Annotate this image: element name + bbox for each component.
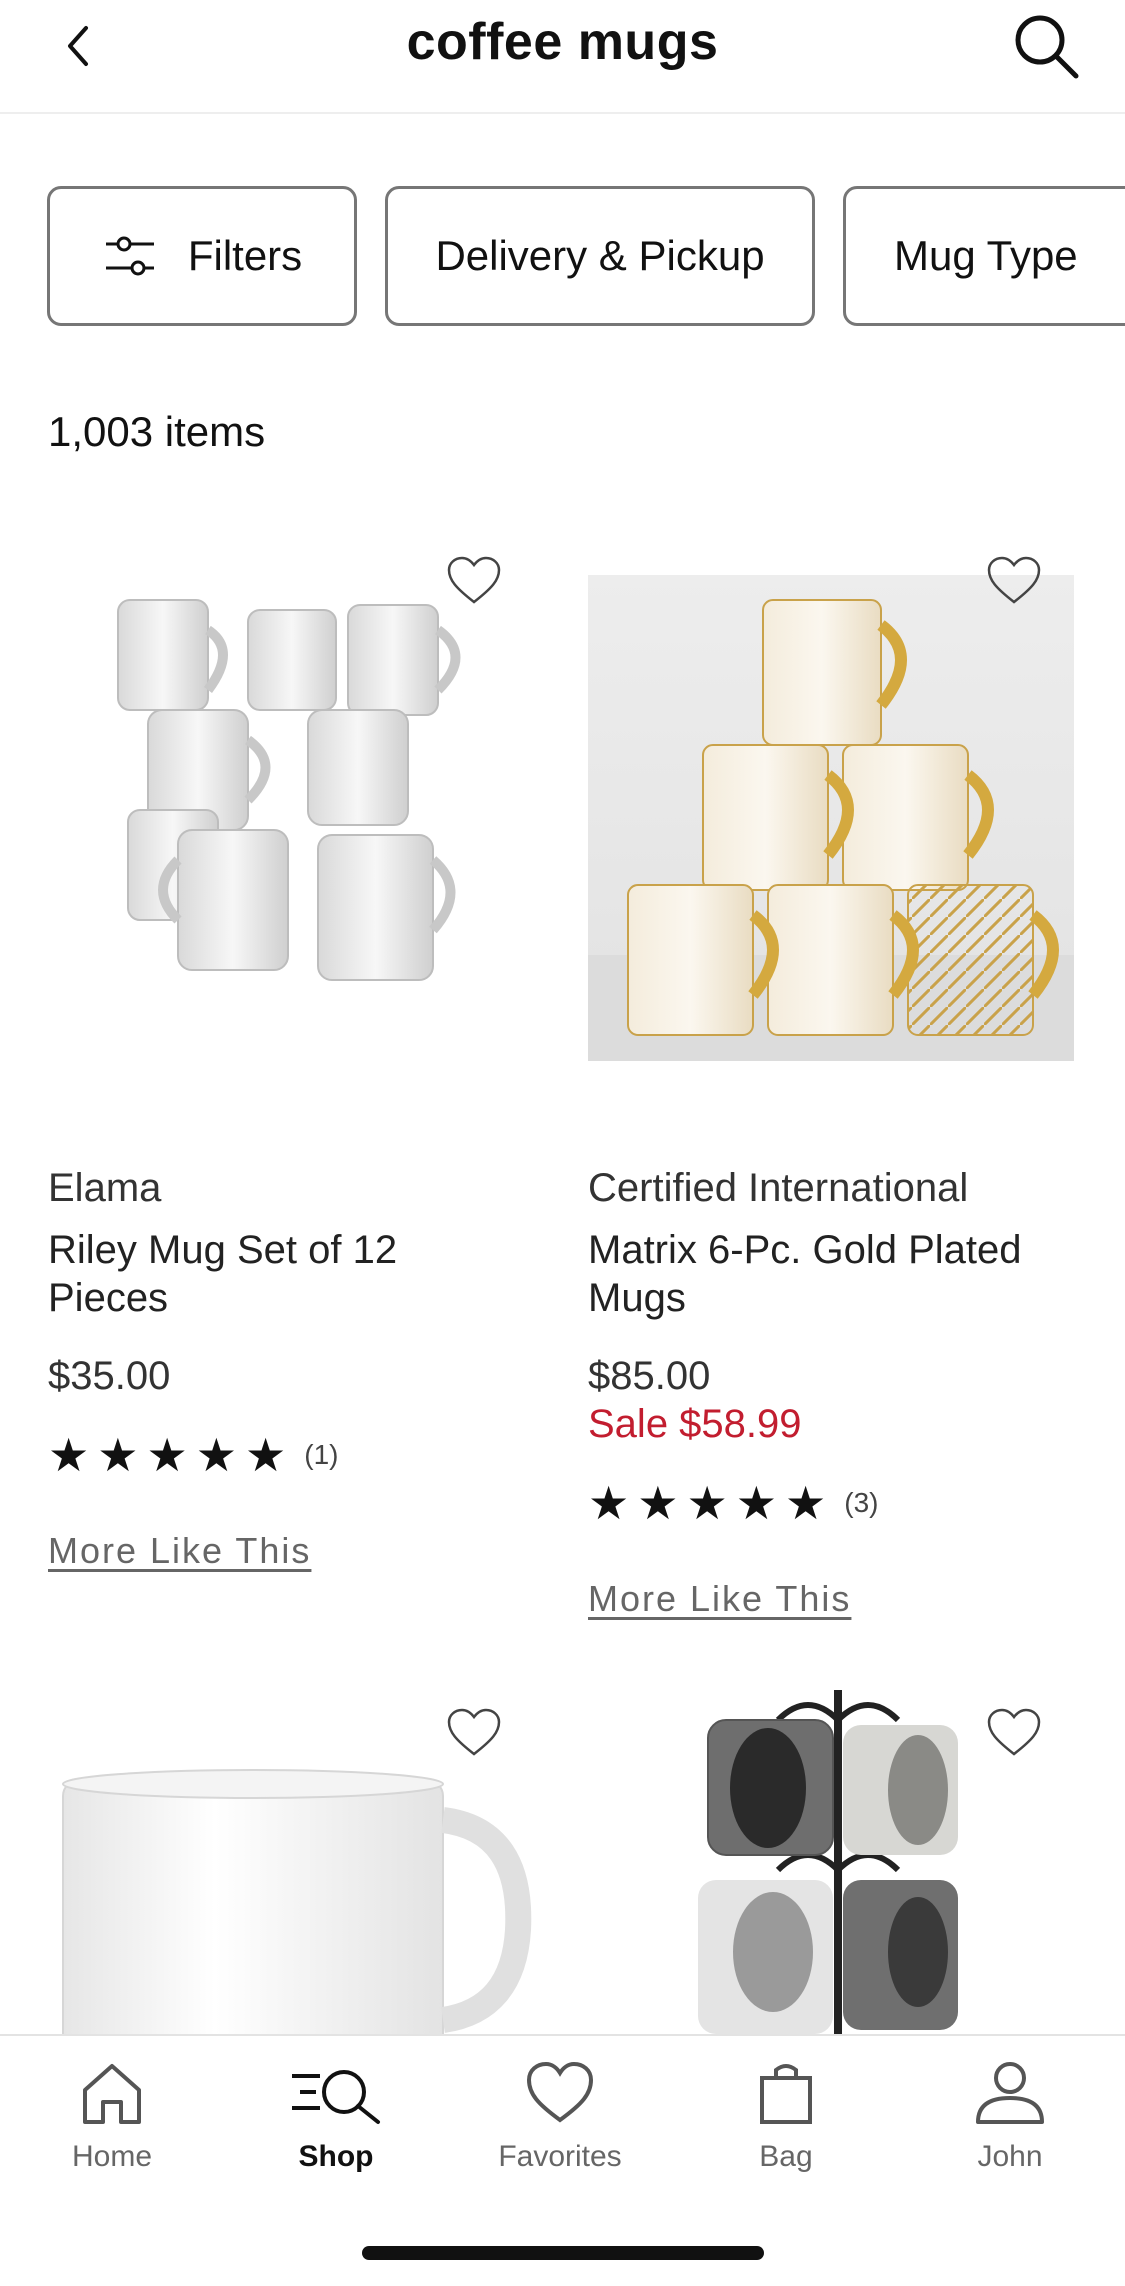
shop-search-icon (292, 2070, 380, 2124)
gold-mugs-illustration (588, 599, 1074, 1061)
product-name-link[interactable]: Riley Mug Set of 12 Pieces (48, 1226, 518, 1322)
favorite-heart-icon[interactable] (986, 1708, 1042, 1758)
top-bar: coffee mugs (0, 0, 1125, 114)
home-indicator (362, 2246, 764, 2260)
tab-shop[interactable]: Shop (236, 2060, 436, 2174)
product-sale-price: Sale $58.99 (588, 1402, 802, 1446)
product-price: $35.00 (48, 1354, 171, 1398)
page-title: coffee mugs (406, 13, 719, 71)
star-icon: ★ (785, 1477, 827, 1529)
delivery-pickup-label: Delivery & Pickup (435, 232, 765, 279)
heart-icon (526, 2061, 594, 2123)
star-icon: ★ (637, 1477, 679, 1529)
mug-type-chip[interactable]: Mug Type (843, 186, 1125, 326)
tab-bag[interactable]: Bag (686, 2060, 886, 2174)
favorite-heart-icon[interactable] (446, 1708, 502, 1758)
tab-label: Shop (298, 2140, 374, 2173)
tab-label: Home (71, 2140, 153, 2173)
filters-button[interactable]: Filters (47, 186, 357, 326)
bag-icon (760, 2064, 812, 2124)
product-image-elama[interactable] (48, 560, 534, 1046)
more-like-this-link[interactable]: More Like This (48, 1530, 311, 1572)
sliders-icon (105, 236, 154, 276)
product-brand: Elama (48, 1166, 162, 1210)
tab-label: John (977, 2140, 1043, 2173)
star-icon: ★ (48, 1429, 90, 1481)
more-like-this-link[interactable]: More Like This (588, 1578, 851, 1620)
product-original-price: $85.00 (588, 1354, 711, 1398)
person-icon (976, 2062, 1044, 2124)
star-icon: ★ (245, 1429, 287, 1481)
favorite-heart-icon[interactable] (446, 556, 502, 606)
product-name-link[interactable]: Matrix 6-Pc. Gold Plated Mugs (588, 1226, 1058, 1322)
star-icon: ★ (686, 1477, 728, 1529)
product-image-certified-international[interactable] (588, 575, 1074, 1061)
mug-type-label: Mug Type (894, 232, 1078, 279)
tab-account[interactable]: John (910, 2060, 1110, 2174)
white-mugs-illustration (117, 599, 461, 981)
product-brand: Certified International (588, 1166, 969, 1210)
tab-home[interactable]: Home (12, 2060, 212, 2174)
star-icon: ★ (195, 1429, 237, 1481)
star-icon: ★ (97, 1429, 139, 1481)
home-icon (83, 2064, 141, 2124)
star-icon: ★ (735, 1477, 777, 1529)
results-count: 1,003 items (48, 408, 266, 455)
star-icon: ★ (588, 1477, 630, 1529)
rating-stars: ★ ★ ★ ★ ★ (1) (48, 1432, 338, 1478)
tab-label: Favorites (498, 2140, 622, 2173)
review-count: (1) (304, 1439, 339, 1470)
filters-label: Filters (187, 232, 303, 279)
favorite-heart-icon[interactable] (986, 556, 1042, 606)
review-count: (3) (844, 1487, 879, 1518)
rating-stars: ★ ★ ★ ★ ★ (3) (588, 1480, 878, 1526)
tab-favorites[interactable]: Favorites (460, 2060, 660, 2174)
search-icon[interactable] (1010, 10, 1082, 82)
tab-label: Bag (759, 2140, 813, 2173)
delivery-pickup-chip[interactable]: Delivery & Pickup (385, 186, 815, 326)
star-icon: ★ (146, 1429, 188, 1481)
